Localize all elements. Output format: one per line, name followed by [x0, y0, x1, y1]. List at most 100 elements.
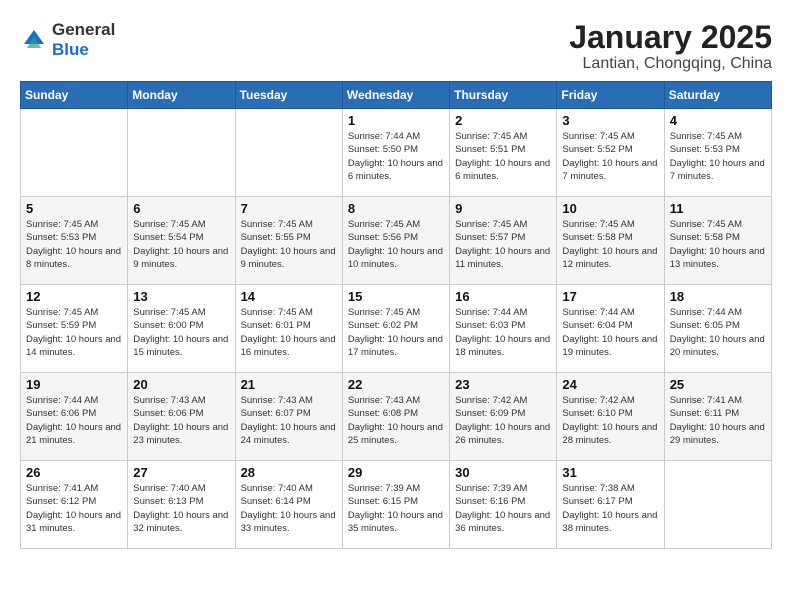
day-cell-19: 19 Sunrise: 7:44 AMSunset: 6:06 PMDayligh… — [21, 373, 128, 461]
day-info: Sunrise: 7:42 AMSunset: 6:10 PMDaylight:… — [562, 394, 658, 447]
day-cell-2: 2Sunrise: 7:45 AMSunset: 5:51 PMDaylight… — [450, 109, 557, 197]
day-cell-13: 13 Sunrise: 7:45 AMSunset: 6:00 PMDayligh… — [128, 285, 235, 373]
day-info: Sunrise: 7:45 AMSunset: 5:58 PMDaylight:… — [670, 218, 766, 271]
day-number: 29 — [348, 465, 444, 480]
day-info: Sunrise: 7:45 AMSunset: 6:00 PMDaylight:… — [133, 306, 229, 359]
day-info: Sunrise: 7:44 AMSunset: 6:05 PMDaylight:… — [670, 306, 766, 359]
week-row-3: 12 Sunrise: 7:45 AMSunset: 5:59 PMDayligh… — [21, 285, 772, 373]
day-number: 5 — [26, 201, 122, 216]
day-info: Sunrise: 7:45 AMSunset: 5:52 PMDaylight:… — [562, 130, 658, 183]
day-number: 13 — [133, 289, 229, 304]
day-info: Sunrise: 7:45 AMSunset: 6:01 PMDaylight:… — [241, 306, 337, 359]
day-cell-10: 10 Sunrise: 7:45 AMSunset: 5:58 PMDayligh… — [557, 197, 664, 285]
day-info: Sunrise: 7:45 AMSunset: 5:57 PMDaylight:… — [455, 218, 551, 271]
day-cell-16: 16 Sunrise: 7:44 AMSunset: 6:03 PMDayligh… — [450, 285, 557, 373]
day-cell-12: 12 Sunrise: 7:45 AMSunset: 5:59 PMDayligh… — [21, 285, 128, 373]
day-info: Sunrise: 7:43 AMSunset: 6:08 PMDaylight:… — [348, 394, 444, 447]
day-cell-1: 1Sunrise: 7:44 AMSunset: 5:50 PMDaylight… — [342, 109, 449, 197]
day-number: 21 — [241, 377, 337, 392]
day-number: 3 — [562, 113, 658, 128]
weekday-header-thursday: Thursday — [450, 82, 557, 109]
day-number: 8 — [348, 201, 444, 216]
day-cell-11: 11 Sunrise: 7:45 AMSunset: 5:58 PMDayligh… — [664, 197, 771, 285]
day-number: 20 — [133, 377, 229, 392]
empty-cell — [128, 109, 235, 197]
weekday-header-sunday: Sunday — [21, 82, 128, 109]
day-cell-25: 25 Sunrise: 7:41 AMSunset: 6:11 PMDayligh… — [664, 373, 771, 461]
day-cell-6: 6Sunrise: 7:45 AMSunset: 5:54 PMDaylight… — [128, 197, 235, 285]
day-info: Sunrise: 7:45 AMSunset: 5:58 PMDaylight:… — [562, 218, 658, 271]
day-number: 19 — [26, 377, 122, 392]
day-number: 16 — [455, 289, 551, 304]
day-cell-8: 8 Sunrise: 7:45 AMSunset: 5:56 PMDaylight… — [342, 197, 449, 285]
day-info: Sunrise: 7:45 AMSunset: 5:53 PMDaylight:… — [670, 130, 766, 183]
day-cell-18: 18 Sunrise: 7:44 AMSunset: 6:05 PMDayligh… — [664, 285, 771, 373]
day-cell-26: 26 Sunrise: 7:41 AMSunset: 6:12 PMDayligh… — [21, 461, 128, 549]
empty-cell — [235, 109, 342, 197]
day-cell-14: 14 Sunrise: 7:45 AMSunset: 6:01 PMDayligh… — [235, 285, 342, 373]
location-subtitle: Lantian, Chongqing, China — [569, 55, 772, 73]
day-info: Sunrise: 7:40 AMSunset: 6:14 PMDaylight:… — [241, 482, 337, 535]
day-number: 22 — [348, 377, 444, 392]
day-info: Sunrise: 7:44 AMSunset: 6:03 PMDaylight:… — [455, 306, 551, 359]
day-number: 12 — [26, 289, 122, 304]
day-number: 26 — [26, 465, 122, 480]
day-cell-24: 24 Sunrise: 7:42 AMSunset: 6:10 PMDayligh… — [557, 373, 664, 461]
day-cell-4: 4 Sunrise: 7:45 AMSunset: 5:53 PMDaylight… — [664, 109, 771, 197]
day-number: 9 — [455, 201, 551, 216]
day-info: Sunrise: 7:45 AMSunset: 5:56 PMDaylight:… — [348, 218, 444, 271]
day-cell-22: 22 Sunrise: 7:43 AMSunset: 6:08 PMDayligh… — [342, 373, 449, 461]
empty-cell — [664, 461, 771, 549]
weekday-header-tuesday: Tuesday — [235, 82, 342, 109]
day-cell-20: 20Sunrise: 7:43 AMSunset: 6:06 PMDayligh… — [128, 373, 235, 461]
day-info: Sunrise: 7:45 AMSunset: 5:59 PMDaylight:… — [26, 306, 122, 359]
day-number: 4 — [670, 113, 766, 128]
day-number: 15 — [348, 289, 444, 304]
day-number: 18 — [670, 289, 766, 304]
day-number: 17 — [562, 289, 658, 304]
month-year-title: January 2025 — [569, 20, 772, 55]
day-number: 28 — [241, 465, 337, 480]
weekday-header-saturday: Saturday — [664, 82, 771, 109]
day-cell-5: 5Sunrise: 7:45 AMSunset: 5:53 PMDaylight… — [21, 197, 128, 285]
day-info: Sunrise: 7:45 AMSunset: 5:51 PMDaylight:… — [455, 130, 551, 183]
day-cell-30: 30 Sunrise: 7:39 AMSunset: 6:16 PMDayligh… — [450, 461, 557, 549]
day-cell-15: 15 Sunrise: 7:45 AMSunset: 6:02 PMDayligh… — [342, 285, 449, 373]
weekday-header-row: SundayMondayTuesdayWednesdayThursdayFrid… — [21, 82, 772, 109]
day-number: 27 — [133, 465, 229, 480]
day-number: 24 — [562, 377, 658, 392]
day-number: 10 — [562, 201, 658, 216]
day-info: Sunrise: 7:41 AMSunset: 6:11 PMDaylight:… — [670, 394, 766, 447]
day-number: 14 — [241, 289, 337, 304]
day-cell-29: 29 Sunrise: 7:39 AMSunset: 6:15 PMDayligh… — [342, 461, 449, 549]
day-cell-17: 17Sunrise: 7:44 AMSunset: 6:04 PMDayligh… — [557, 285, 664, 373]
day-info: Sunrise: 7:41 AMSunset: 6:12 PMDaylight:… — [26, 482, 122, 535]
day-info: Sunrise: 7:43 AMSunset: 6:07 PMDaylight:… — [241, 394, 337, 447]
logo-text: General Blue — [52, 20, 115, 61]
empty-cell — [21, 109, 128, 197]
logo: General Blue — [20, 20, 115, 61]
weekday-header-wednesday: Wednesday — [342, 82, 449, 109]
day-info: Sunrise: 7:38 AMSunset: 6:17 PMDaylight:… — [562, 482, 658, 535]
day-number: 23 — [455, 377, 551, 392]
day-info: Sunrise: 7:45 AMSunset: 6:02 PMDaylight:… — [348, 306, 444, 359]
day-cell-23: 23Sunrise: 7:42 AMSunset: 6:09 PMDayligh… — [450, 373, 557, 461]
weekday-header-monday: Monday — [128, 82, 235, 109]
day-number: 6 — [133, 201, 229, 216]
day-number: 7 — [241, 201, 337, 216]
page-header: General Blue January 2025 Lantian, Chong… — [20, 20, 772, 73]
day-cell-9: 9 Sunrise: 7:45 AMSunset: 5:57 PMDaylight… — [450, 197, 557, 285]
day-number: 30 — [455, 465, 551, 480]
day-number: 11 — [670, 201, 766, 216]
calendar-title-area: January 2025 Lantian, Chongqing, China — [569, 20, 772, 73]
week-row-2: 5Sunrise: 7:45 AMSunset: 5:53 PMDaylight… — [21, 197, 772, 285]
day-info: Sunrise: 7:44 AMSunset: 6:06 PMDaylight:… — [26, 394, 122, 447]
day-info: Sunrise: 7:40 AMSunset: 6:13 PMDaylight:… — [133, 482, 229, 535]
week-row-4: 19 Sunrise: 7:44 AMSunset: 6:06 PMDayligh… — [21, 373, 772, 461]
day-info: Sunrise: 7:39 AMSunset: 6:15 PMDaylight:… — [348, 482, 444, 535]
day-cell-3: 3 Sunrise: 7:45 AMSunset: 5:52 PMDaylight… — [557, 109, 664, 197]
day-cell-7: 7Sunrise: 7:45 AMSunset: 5:55 PMDaylight… — [235, 197, 342, 285]
day-info: Sunrise: 7:39 AMSunset: 6:16 PMDaylight:… — [455, 482, 551, 535]
day-info: Sunrise: 7:44 AMSunset: 5:50 PMDaylight:… — [348, 130, 444, 183]
day-number: 25 — [670, 377, 766, 392]
